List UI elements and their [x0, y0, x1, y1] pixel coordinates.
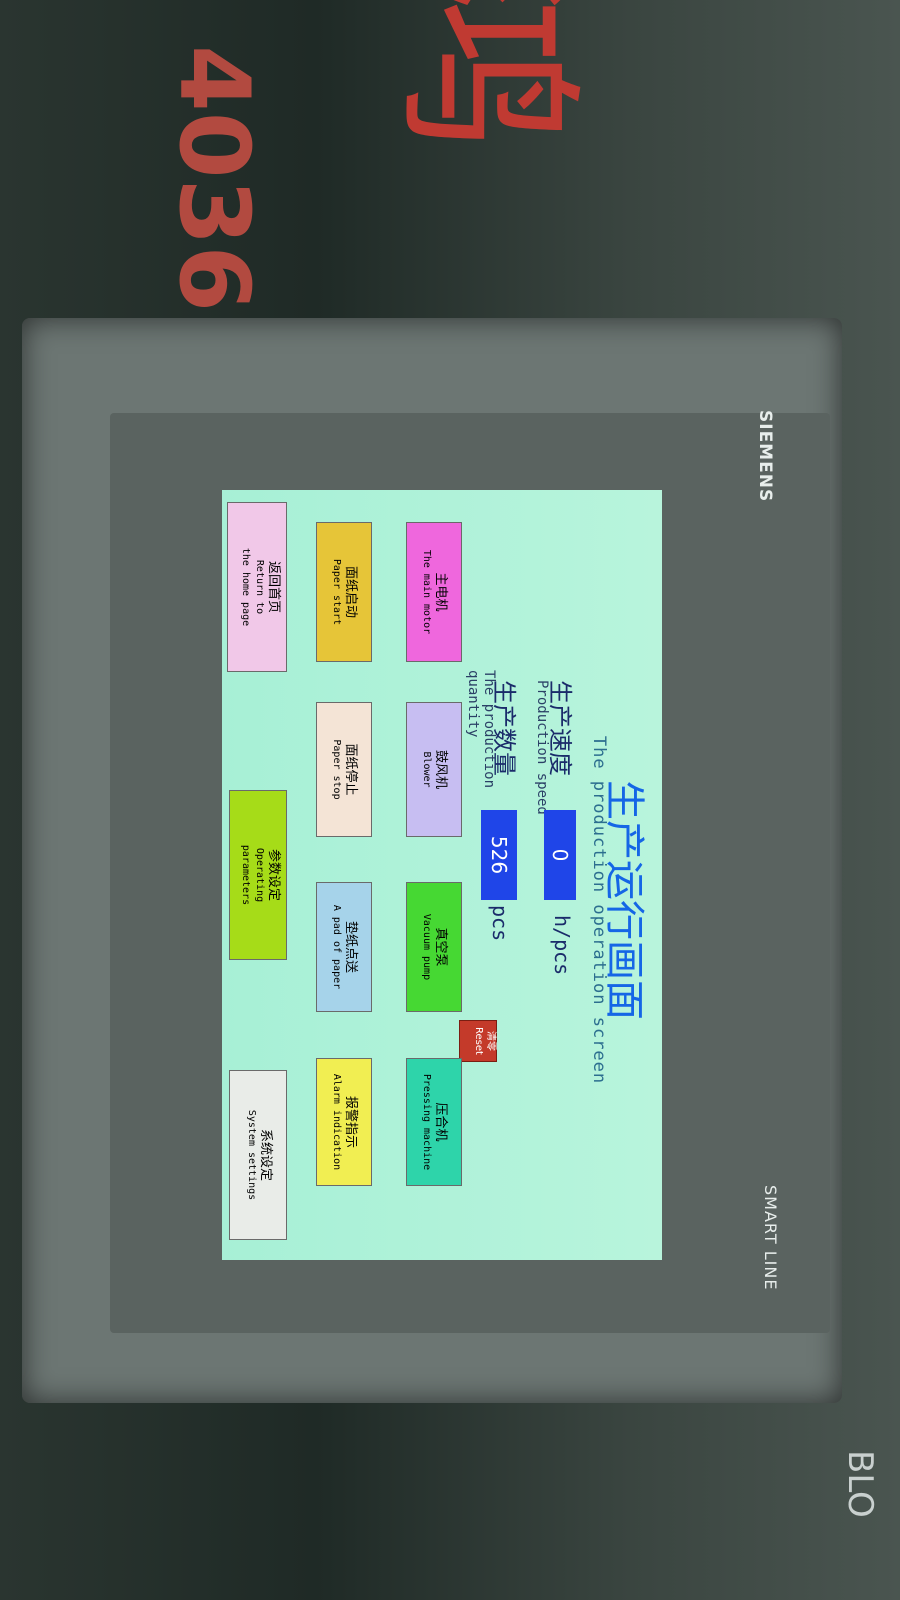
- operating-parameters-label-cn: 参数设定: [266, 848, 281, 901]
- paper-start-label-en: Paper start: [331, 558, 342, 626]
- home-page-button[interactable]: 返回首页 Return to the home page: [227, 502, 287, 672]
- hmi-screen-wrapper: 生产运行画面 The production operation screen 生…: [222, 490, 662, 1260]
- pressing-machine-label-cn: 压合机: [433, 1102, 448, 1142]
- brand-series: SMART LINE: [761, 1185, 780, 1291]
- operating-parameters-label-en-2: parameters: [240, 844, 251, 906]
- page-subtitle: The production operation screen: [589, 735, 609, 1085]
- vacuum-pump-button[interactable]: 真空泵 Vacuum pump: [406, 882, 462, 1012]
- operating-parameters-label-en-1: Operating: [254, 847, 265, 903]
- speed-unit: h/pcs: [550, 915, 574, 976]
- quantity-value: 526: [481, 810, 517, 900]
- blower-label-cn: 鼓风机: [433, 749, 448, 789]
- pad-paper-button[interactable]: 垫纸点送 A pad of paper: [316, 882, 372, 1012]
- pressing-machine-label-en: Pressing machine: [421, 1073, 432, 1171]
- hmi-screen: 生产运行画面 The production operation screen 生…: [222, 490, 662, 1260]
- speed-label-en: Production speed: [534, 680, 550, 815]
- speed-label-cn: 生产速度: [546, 680, 574, 776]
- paper-start-label-cn: 面纸启动: [343, 565, 358, 618]
- alarm-indication-button[interactable]: 报警指示 Alarm indication: [316, 1058, 372, 1186]
- quantity-unit: pcs: [488, 905, 512, 942]
- pressing-machine-button[interactable]: 压合机 Pressing machine: [406, 1058, 462, 1186]
- home-page-label-cn: 返回首页: [266, 560, 281, 613]
- paper-stop-label-en: Paper stop: [331, 739, 342, 800]
- wall-calligraphy: 鸿: [375, 0, 596, 151]
- main-motor-button[interactable]: 主电机 The main motor: [406, 522, 462, 662]
- alarm-indication-label-en: Alarm indication: [331, 1073, 342, 1171]
- reset-label-en: Reset: [473, 1027, 484, 1055]
- reset-button[interactable]: 清零 Reset: [459, 1020, 497, 1062]
- speed-value: 0: [544, 810, 576, 900]
- alarm-indication-label-cn: 报警指示: [343, 1095, 358, 1148]
- main-motor-label-cn: 主电机: [433, 572, 448, 612]
- home-page-label-en-2: the home page: [240, 547, 251, 627]
- operating-parameters-button[interactable]: 参数设定 Operating parameters: [229, 790, 287, 960]
- pad-paper-label-cn: 垫纸点送: [343, 920, 358, 973]
- vacuum-pump-label-cn: 真空泵: [433, 927, 448, 967]
- home-page-label-en-1: Return to: [254, 559, 265, 615]
- paper-start-button[interactable]: 面纸启动 Paper start: [316, 522, 372, 662]
- vacuum-pump-label-en: Vacuum pump: [421, 913, 432, 981]
- paper-stop-label-cn: 面纸停止: [343, 743, 358, 796]
- pad-paper-label-en: A pad of paper: [331, 904, 342, 990]
- system-settings-button[interactable]: 系统设定 System settings: [229, 1070, 287, 1240]
- paper-stop-button[interactable]: 面纸停止 Paper stop: [316, 702, 372, 837]
- wall-bottom-text: BLO: [840, 1450, 880, 1518]
- quantity-label-en-1: The production: [481, 670, 497, 789]
- main-motor-label-en: The main motor: [421, 549, 432, 635]
- system-settings-label-cn: 系统设定: [258, 1128, 273, 1181]
- blower-button[interactable]: 鼓风机 Blower: [406, 702, 462, 837]
- system-settings-label-en: System settings: [246, 1109, 257, 1201]
- reset-label-cn: 清零: [485, 1031, 496, 1051]
- blower-label-en: Blower: [421, 751, 432, 788]
- wall-number: 4036: [158, 45, 270, 313]
- brand-logo: SIEMENS: [755, 410, 775, 503]
- quantity-label-en-2: quantity: [465, 670, 481, 738]
